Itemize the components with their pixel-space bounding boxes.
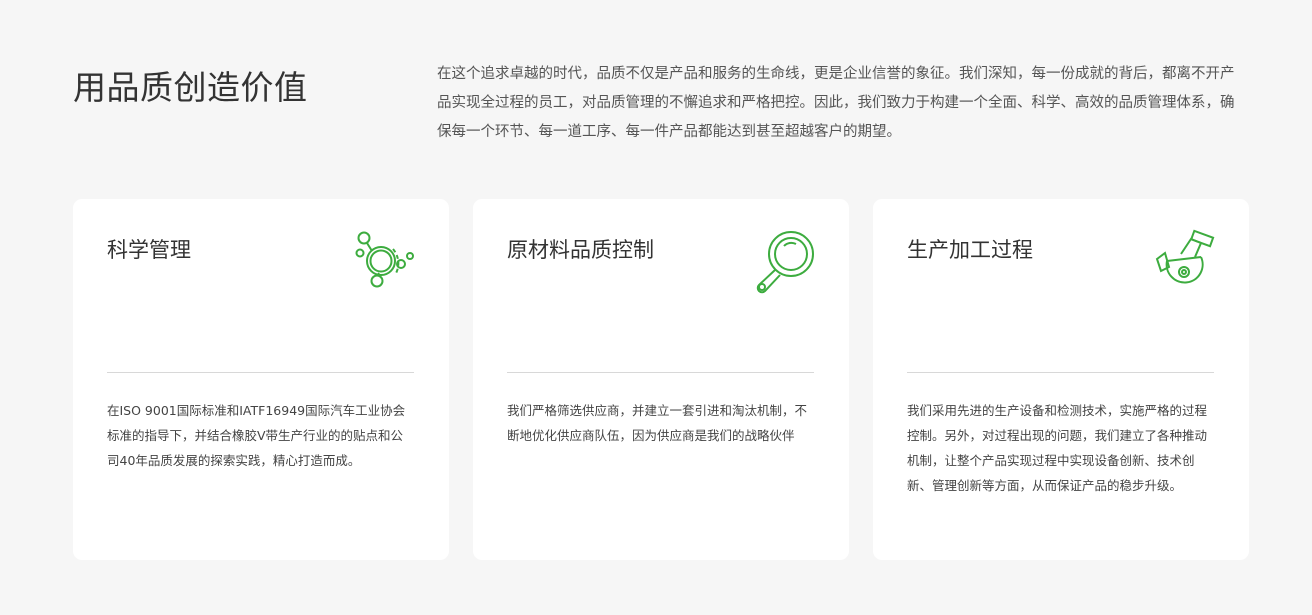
card-production-process: 生产加工过程 我们采用先进的生产设备和检测技术，实施严格的过程控制。另外，对过程… xyxy=(873,199,1249,560)
card-description: 我们采用先进的生产设备和检测技术，实施严格的过程控制。另外，对过程出现的问题，我… xyxy=(907,403,1208,493)
card-scientific-management: 科学管理 在ISO 9001国际标准和IATF16949国际汽车工业协会标准的指… xyxy=(73,199,449,560)
card-divider xyxy=(507,372,814,373)
intro-paragraph: 在这个追求卓越的时代，品质不仅是产品和服务的生命线，更是企业信誉的象征。我们深知… xyxy=(437,66,1235,140)
header-section: 用品质创造价值 在这个追求卓越的时代，品质不仅是产品和服务的生命线，更是企业信誉… xyxy=(73,60,1243,160)
card-raw-material-quality: 原材料品质控制 我们严格筛选供应商，并建立一套引进和淘汰机制，不断地优化供应商队… xyxy=(473,199,849,560)
card-title: 科学管理 xyxy=(107,238,191,262)
page-title: 用品质创造价值 xyxy=(73,68,308,107)
grinder-icon xyxy=(1155,229,1215,284)
card-divider xyxy=(907,372,1214,373)
card-description: 在ISO 9001国际标准和IATF16949国际汽车工业协会标准的指导下，并结… xyxy=(107,403,406,468)
card-title: 原材料品质控制 xyxy=(507,238,654,262)
card-description: 我们严格筛选供应商，并建立一套引进和淘汰机制，不断地优化供应商队伍，因为供应商是… xyxy=(507,403,808,443)
molecule-icon xyxy=(355,231,414,288)
magnifier-icon xyxy=(756,231,814,294)
card-divider xyxy=(107,372,414,373)
feature-cards: 科学管理 在ISO 9001国际标准和IATF16949国际汽车工业协会标准的指… xyxy=(73,199,1249,560)
card-title: 生产加工过程 xyxy=(907,238,1033,262)
